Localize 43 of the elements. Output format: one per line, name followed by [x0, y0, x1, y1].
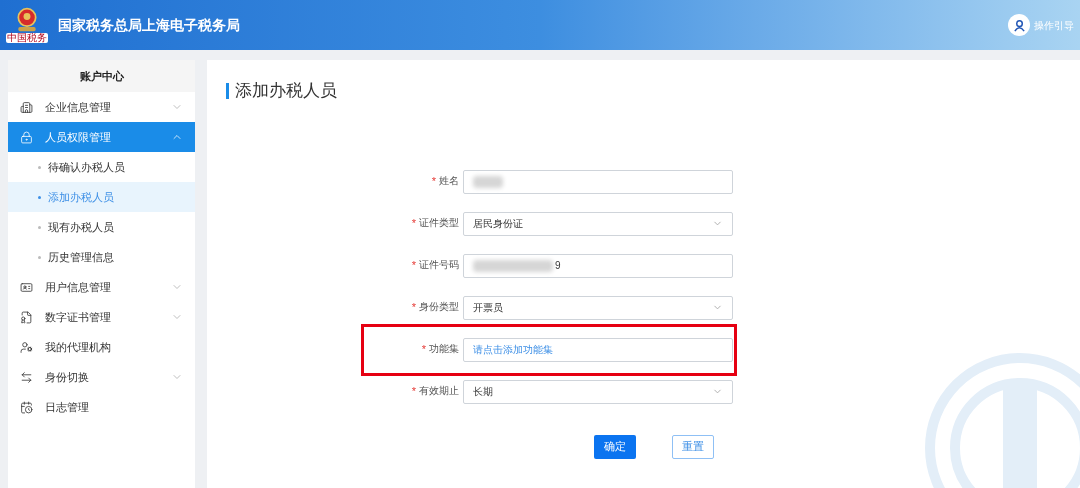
sidebar-item[interactable]: 企业信息管理 — [8, 92, 195, 122]
required-mark: * — [411, 216, 416, 232]
menu-icon — [20, 370, 33, 384]
menu-icon — [20, 310, 33, 324]
logo-caption: 中国税务 — [6, 33, 48, 43]
emblem-icon — [14, 7, 40, 33]
input-field[interactable]: 请点击添加功能集 — [463, 337, 733, 362]
submenu-item[interactable]: 历史管理信息 — [8, 242, 195, 272]
select-field[interactable]: 长期 — [463, 379, 733, 404]
required-mark: * — [431, 174, 436, 190]
sidebar-item[interactable]: 我的代理机构 — [8, 332, 195, 362]
submenu-item[interactable]: 现有办税人员 — [8, 212, 195, 242]
select-field[interactable]: 居民身份证 — [463, 211, 733, 236]
input-field[interactable] — [463, 169, 733, 194]
menu-icon — [20, 280, 33, 294]
confirm-button[interactable]: 确定 — [594, 434, 636, 459]
sidebar-item[interactable]: 用户信息管理 — [8, 272, 195, 302]
menu-icon — [20, 400, 33, 414]
select-field[interactable]: 开票员 — [463, 295, 733, 320]
field-label: 功能集 — [429, 342, 459, 357]
field-label: 证件类型 — [419, 216, 459, 231]
input-field[interactable]: 9 — [463, 253, 733, 278]
user-icon — [1012, 18, 1026, 32]
submenu-item[interactable]: 待确认办税人员 — [8, 152, 195, 182]
field-label: 身份类型 — [419, 300, 459, 315]
menu-icon — [20, 100, 33, 114]
site-title: 国家税务总局上海电子税务局 — [58, 15, 240, 35]
field-label: 有效期止 — [419, 384, 459, 399]
field-label: 姓名 — [439, 174, 459, 189]
sidebar-item[interactable]: 身份切换 — [8, 362, 195, 392]
required-mark: * — [411, 258, 416, 274]
reset-button[interactable]: 重置 — [672, 434, 714, 459]
sidebar-item[interactable]: 人员权限管理 — [8, 122, 195, 152]
field-label: 证件号码 — [419, 258, 459, 273]
menu-icon — [20, 340, 33, 354]
page-title: 添加办税人员 — [235, 80, 337, 102]
required-mark: * — [411, 300, 416, 316]
menu-icon — [20, 130, 33, 144]
sidebar-item[interactable]: 数字证书管理 — [8, 302, 195, 332]
sidebar-title: 账户中心 — [8, 60, 195, 92]
sidebar-item[interactable]: 日志管理 — [8, 392, 195, 422]
required-mark: * — [421, 342, 426, 358]
required-mark: * — [411, 384, 416, 400]
